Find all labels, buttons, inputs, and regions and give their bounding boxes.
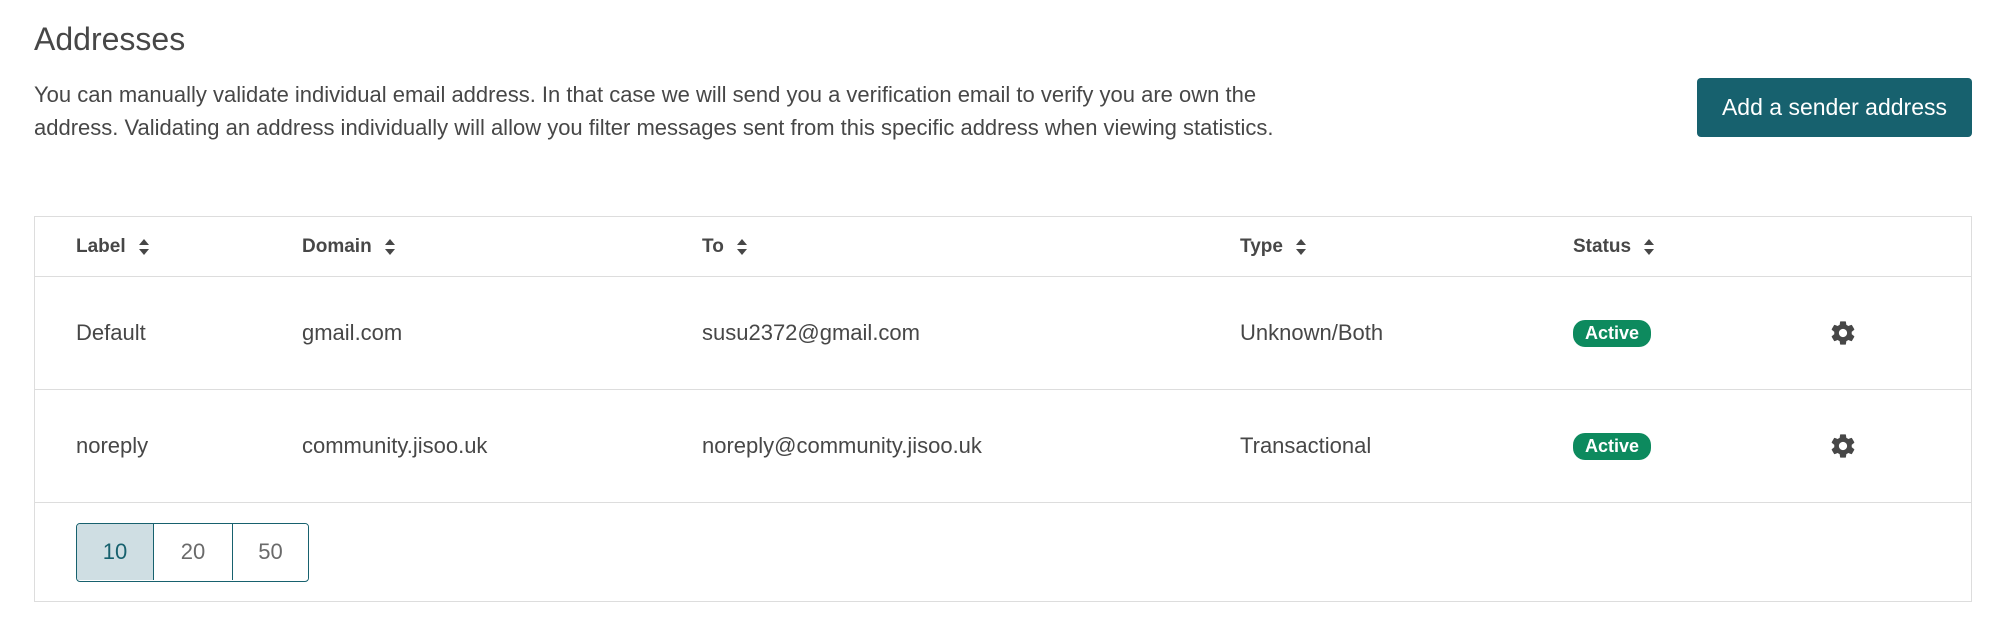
column-header-type-text: Type xyxy=(1240,235,1283,257)
sort-icon[interactable] xyxy=(1643,238,1655,256)
column-header-domain[interactable]: Domain xyxy=(302,217,396,276)
cell-label: Default xyxy=(76,320,146,345)
addresses-table: Label Domain To Type Status Default gmai… xyxy=(34,216,1972,602)
cell-domain: gmail.com xyxy=(302,320,403,345)
page-size-20-button[interactable]: 20 xyxy=(153,524,232,580)
table-row: noreply community.jisoo.uk noreply@commu… xyxy=(35,390,1971,503)
cell-label: noreply xyxy=(76,433,149,458)
cell-status: Active xyxy=(1573,277,1652,389)
cell-actions xyxy=(1827,277,1859,389)
column-header-domain-text: Domain xyxy=(302,235,372,257)
cell-to: noreply@community.jisoo.uk xyxy=(702,433,982,458)
sort-icon[interactable] xyxy=(138,238,150,256)
cell-to: susu2372@gmail.com xyxy=(702,320,920,345)
cell-type: Transactional xyxy=(1240,433,1372,458)
status-badge: Active xyxy=(1573,319,1652,347)
cell-actions xyxy=(1827,390,1859,502)
add-sender-address-button[interactable]: Add a sender address xyxy=(1697,78,1972,137)
table-header-row: Label Domain To Type Status xyxy=(35,217,1971,277)
addresses-page: Addresses You can manually validate indi… xyxy=(0,0,2000,633)
table-row: Default gmail.com susu2372@gmail.com Unk… xyxy=(35,277,1971,390)
cell-domain: community.jisoo.uk xyxy=(302,433,488,458)
cell-status: Active xyxy=(1573,390,1652,502)
column-header-label-text: Label xyxy=(76,235,126,257)
sort-icon[interactable] xyxy=(384,238,396,256)
page-size-50-button[interactable]: 50 xyxy=(232,524,308,580)
sort-icon[interactable] xyxy=(736,238,748,256)
status-badge: Active xyxy=(1573,432,1652,460)
column-header-type[interactable]: Type xyxy=(1240,217,1307,276)
column-header-status[interactable]: Status xyxy=(1573,217,1655,276)
page-size-selector: 10 20 50 xyxy=(76,523,309,582)
cell-type: Unknown/Both xyxy=(1240,320,1384,345)
gear-icon[interactable] xyxy=(1827,317,1859,349)
gear-icon[interactable] xyxy=(1827,430,1859,462)
page-size-10-button[interactable]: 10 xyxy=(77,524,153,580)
column-header-to[interactable]: To xyxy=(702,217,748,276)
page-title: Addresses xyxy=(34,21,186,57)
column-header-label[interactable]: Label xyxy=(76,217,150,276)
page-description: You can manually validate individual ema… xyxy=(34,82,1274,140)
sort-icon[interactable] xyxy=(1295,238,1307,256)
column-header-to-text: To xyxy=(702,235,724,257)
column-header-status-text: Status xyxy=(1573,235,1632,257)
